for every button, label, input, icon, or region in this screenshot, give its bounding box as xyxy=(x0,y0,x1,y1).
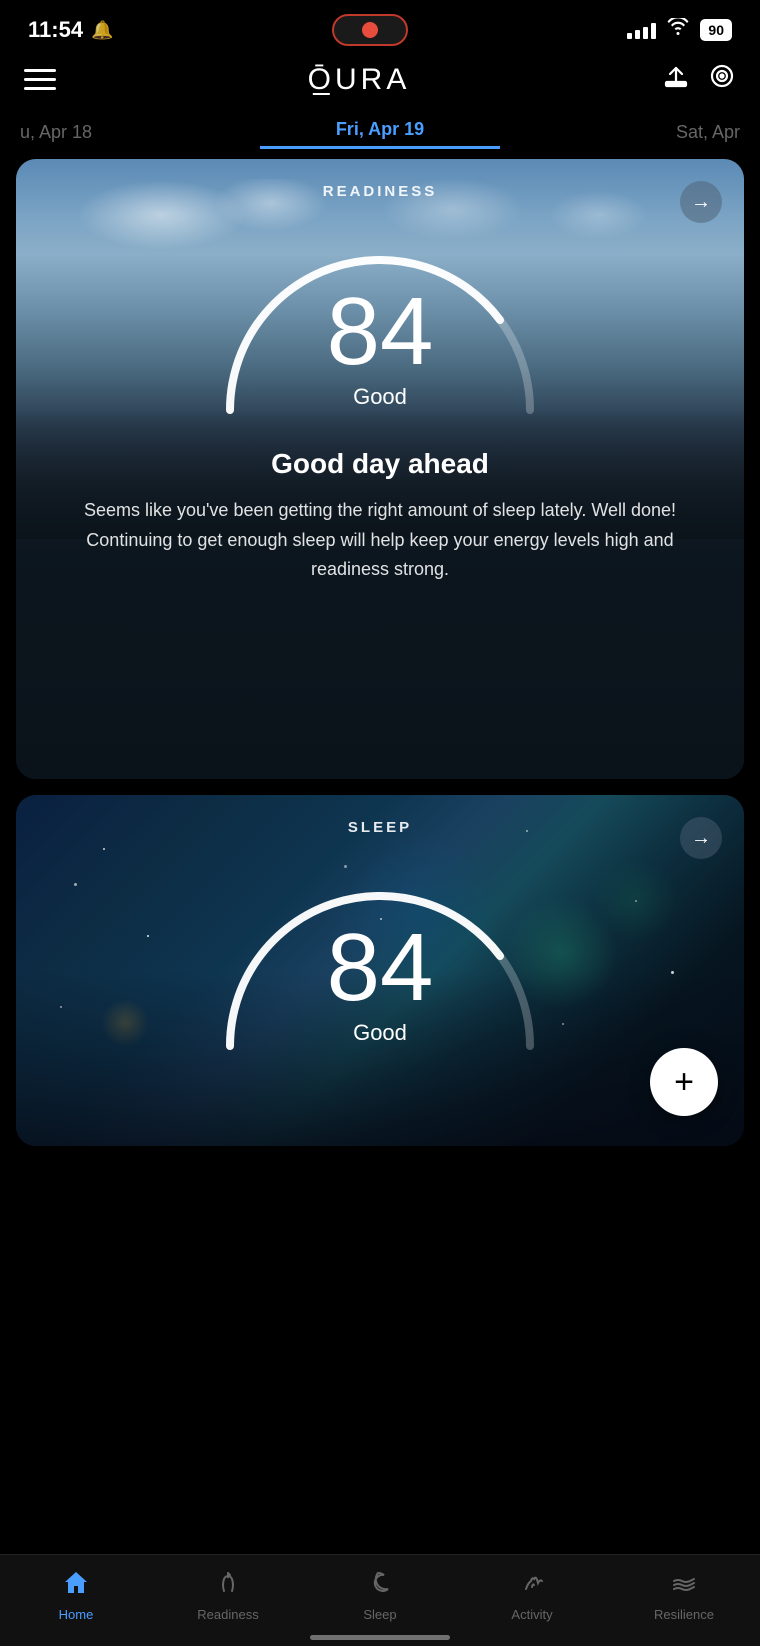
readiness-arrow-button[interactable]: → xyxy=(680,181,722,223)
tab-resilience-label: Resilience xyxy=(654,1607,714,1622)
sleep-card[interactable]: → SLEEP 84 Good + xyxy=(16,795,744,1146)
time-display: 11:54 xyxy=(28,17,83,43)
tab-readiness-label: Readiness xyxy=(197,1607,258,1622)
activity-icon xyxy=(518,1569,546,1601)
readiness-description: Seems like you've been getting the right… xyxy=(46,496,714,585)
date-navigation: u, Apr 18 Fri, Apr 19 Sat, Apr xyxy=(0,109,760,159)
arrow-right-icon: → xyxy=(691,191,711,214)
status-bar: 11:54 🔔 90 xyxy=(0,0,760,54)
fab-add-button[interactable]: + xyxy=(650,1048,718,1116)
status-time-group: 11:54 🔔 xyxy=(28,17,113,43)
readiness-score-label: Good xyxy=(327,384,434,410)
tab-readiness[interactable]: Readiness xyxy=(152,1569,304,1622)
app-logo: ŌURA xyxy=(308,63,411,97)
arrow-right-icon-sleep: → xyxy=(691,827,711,850)
upload-button[interactable] xyxy=(662,62,690,97)
tab-sleep[interactable]: Sleep xyxy=(304,1569,456,1622)
tab-resilience[interactable]: Resilience xyxy=(608,1569,760,1622)
header-actions xyxy=(662,62,736,97)
current-date[interactable]: Fri, Apr 19 xyxy=(260,115,500,149)
tab-home[interactable]: Home xyxy=(0,1569,152,1622)
sleep-score-label: Good xyxy=(327,1020,434,1046)
plus-icon: + xyxy=(674,1063,694,1102)
cards-container: → READINESS 84 Good Good day ahead Seems… xyxy=(0,159,760,1146)
resilience-icon xyxy=(670,1569,698,1601)
tab-bar: Home Readiness Sleep Activity xyxy=(0,1554,760,1646)
readiness-icon xyxy=(214,1569,242,1601)
gauge-center-values: 84 Good xyxy=(327,284,434,410)
sleep-card-content: SLEEP 84 Good xyxy=(16,795,744,1146)
home-indicator xyxy=(310,1635,450,1640)
recording-dot xyxy=(362,22,378,38)
app-header: ŌURA xyxy=(0,54,760,109)
readiness-gauge: 84 Good xyxy=(46,210,714,430)
tab-home-label: Home xyxy=(59,1607,94,1622)
sleep-gauge-center: 84 Good xyxy=(327,920,434,1046)
tab-activity[interactable]: Activity xyxy=(456,1569,608,1622)
wifi-icon xyxy=(666,18,690,42)
home-icon xyxy=(62,1569,90,1601)
sleep-card-title: SLEEP xyxy=(46,819,714,836)
next-date[interactable]: Sat, Apr xyxy=(500,118,760,147)
recording-indicator xyxy=(332,14,408,46)
prev-date[interactable]: u, Apr 18 xyxy=(0,118,260,147)
recording-pill xyxy=(332,14,408,46)
readiness-card-content: READINESS 84 Good Good day ahead Seems l… xyxy=(16,159,744,621)
notification-icon: 🔔 xyxy=(91,20,113,41)
target-button[interactable] xyxy=(708,62,736,97)
battery-indicator: 90 xyxy=(700,19,732,41)
readiness-card[interactable]: → READINESS 84 Good Good day ahead Seems… xyxy=(16,159,744,779)
signal-icon xyxy=(627,21,656,39)
readiness-score: 84 xyxy=(327,284,434,380)
readiness-headline: Good day ahead xyxy=(46,448,714,480)
tab-sleep-label: Sleep xyxy=(363,1607,396,1622)
sleep-gauge: 84 Good xyxy=(46,846,714,1066)
status-icons: 90 xyxy=(627,18,732,42)
tab-activity-label: Activity xyxy=(511,1607,552,1622)
menu-button[interactable] xyxy=(24,69,56,90)
sleep-arrow-button[interactable]: → xyxy=(680,817,722,859)
logo-letter-o: Ō xyxy=(308,63,335,97)
sleep-icon xyxy=(366,1569,394,1601)
sleep-score: 84 xyxy=(327,920,434,1016)
readiness-card-title: READINESS xyxy=(46,183,714,200)
